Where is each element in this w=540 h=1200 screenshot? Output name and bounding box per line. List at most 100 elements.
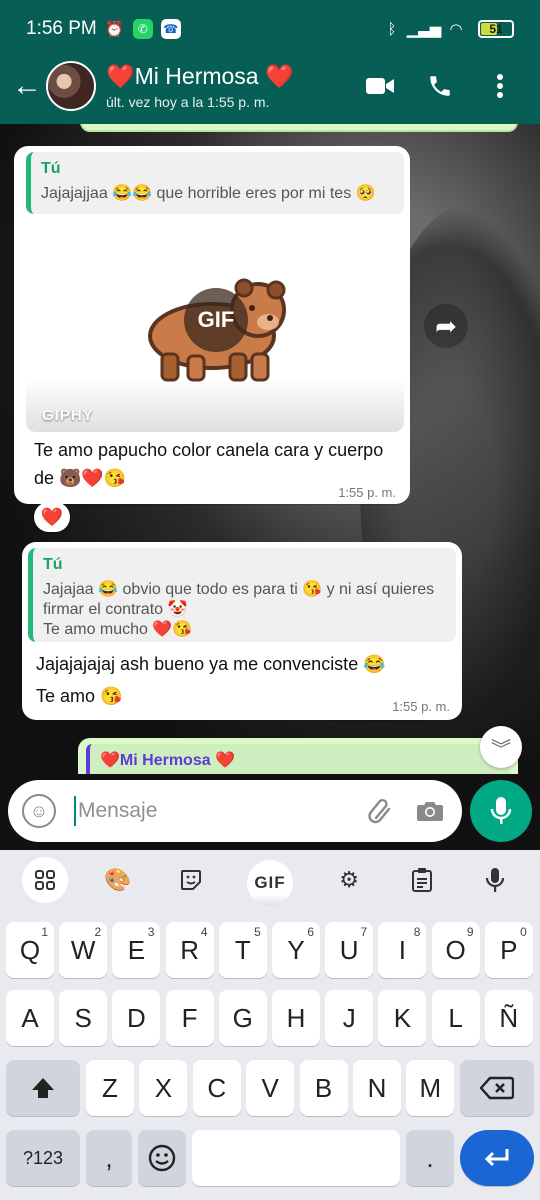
camera-icon[interactable] xyxy=(410,791,450,831)
key-p[interactable]: P0 xyxy=(484,922,533,978)
key-l[interactable]: L xyxy=(431,990,480,1046)
bluetooth-icon: ᛒ xyxy=(387,20,397,38)
message-text: Te amo papucho color canela cara y cuerp… xyxy=(34,440,384,488)
phone-call-icon: ☎ xyxy=(160,19,181,39)
message-input[interactable] xyxy=(78,799,360,823)
quote-author: Tú xyxy=(41,160,61,177)
key-o[interactable]: O9 xyxy=(431,922,480,978)
quote-text: Jajajaa 😂 obvio que todo es para ti 😘 y … xyxy=(43,581,435,638)
key-z[interactable]: Z xyxy=(86,1060,134,1116)
symbols-key[interactable]: ?123 xyxy=(6,1130,80,1186)
key-s[interactable]: S xyxy=(59,990,108,1046)
key-u[interactable]: U7 xyxy=(325,922,374,978)
key-label: R xyxy=(180,934,199,965)
battery-icon: 51 xyxy=(478,20,514,38)
key-j[interactable]: J xyxy=(325,990,374,1046)
scroll-to-bottom-icon[interactable]: ︾ xyxy=(480,726,522,768)
whatsapp-icon: ✆ xyxy=(132,19,153,39)
space-key[interactable] xyxy=(192,1130,400,1186)
enter-key[interactable] xyxy=(460,1130,534,1186)
key-enye[interactable]: Ñ xyxy=(484,990,533,1046)
quoted-message[interactable]: Tú Jajajajjaa 😂😂 que horrible eres por m… xyxy=(26,152,404,214)
key-x[interactable]: X xyxy=(139,1060,188,1116)
shift-key[interactable] xyxy=(6,1060,80,1116)
key-number-hint: 4 xyxy=(200,925,208,939)
keyboard-toolbar: 🎨 GIF ⚙ xyxy=(0,850,540,910)
alarm-icon: ⏰ xyxy=(105,21,125,38)
key-d[interactable]: D xyxy=(112,990,161,1046)
attach-icon[interactable] xyxy=(360,791,400,831)
contact-info[interactable]: ❤️Mi Hermosa ❤️ últ. vez hoy a la 1:55 p… xyxy=(106,63,362,110)
settings-icon[interactable]: ⚙ xyxy=(326,857,372,903)
quote-text: Jajajajjaa 😂😂 que horrible eres por mi t… xyxy=(41,185,376,202)
key-e[interactable]: E3 xyxy=(112,922,161,978)
emoji-key[interactable] xyxy=(138,1130,186,1186)
message-bubble[interactable]: Tú Jajajajjaa 😂😂 que horrible eres por m… xyxy=(14,146,410,504)
quoted-message[interactable]: Tú Jajajaa 😂 obvio que todo es para ti 😘… xyxy=(28,548,456,642)
key-number-hint: 7 xyxy=(360,925,368,939)
chat-area[interactable]: Tú Jajajajjaa 😂😂 que horrible eres por m… xyxy=(0,124,540,774)
comma-key[interactable]: , xyxy=(86,1130,132,1186)
key-number-hint: 0 xyxy=(520,925,527,939)
message-bubble[interactable]: Tú Jajajaa 😂 obvio que todo es para ti 😘… xyxy=(22,542,462,720)
key-g[interactable]: G xyxy=(218,990,267,1046)
period-key[interactable]: . xyxy=(406,1130,454,1186)
key-t[interactable]: T5 xyxy=(218,922,267,978)
key-number-hint: 5 xyxy=(254,925,261,939)
key-w[interactable]: W2 xyxy=(59,922,108,978)
keyboard-row-2: ASDFGHJKLÑ xyxy=(0,990,540,1050)
key-v[interactable]: V xyxy=(246,1060,295,1116)
more-vert-icon[interactable] xyxy=(482,68,518,104)
palette-icon[interactable]: 🎨 xyxy=(95,857,141,903)
battery-level: 51 xyxy=(489,22,503,36)
emoji-icon[interactable]: ☺ xyxy=(22,794,56,828)
sticker-icon[interactable] xyxy=(168,857,214,903)
key-r[interactable]: R4 xyxy=(165,922,214,978)
apps-grid-icon[interactable] xyxy=(21,857,68,903)
avatar[interactable] xyxy=(46,61,96,111)
chat-header: ← ❤️Mi Hermosa ❤️ últ. vez hoy a la 1:55… xyxy=(0,56,540,116)
composer-box[interactable]: ☺ xyxy=(8,780,462,842)
gif-button[interactable]: GIF xyxy=(246,860,293,906)
key-number-hint: 2 xyxy=(94,925,102,939)
key-label: E xyxy=(127,934,146,965)
message-text-line-1: Jajajajajaj ash bueno ya me convenciste … xyxy=(36,654,386,674)
back-arrow-icon[interactable]: ← xyxy=(8,66,46,106)
video-call-icon[interactable] xyxy=(362,68,398,104)
key-h[interactable]: H xyxy=(272,990,320,1046)
key-q[interactable]: Q1 xyxy=(6,922,54,978)
key-label: W xyxy=(70,934,96,965)
key-number-hint: 9 xyxy=(466,925,474,939)
voice-message-mic-icon[interactable] xyxy=(470,780,532,842)
message-time: 1:55 p. m. xyxy=(392,699,450,714)
on-screen-keyboard: 🎨 GIF ⚙ Q1W2E3R4T5Y6U7I8O9P0 ASDFGHJKLÑ … xyxy=(0,850,540,1200)
outgoing-message-partial[interactable]: ❤️Mi Hermosa ❤️ xyxy=(78,738,518,774)
gif-play-badge[interactable]: GIF xyxy=(184,288,248,352)
heart-reaction[interactable]: ❤️ xyxy=(34,502,70,532)
key-i[interactable]: I8 xyxy=(378,922,427,978)
keyboard-mic-icon[interactable] xyxy=(472,857,518,903)
gif-media[interactable]: GIF GIPHY xyxy=(26,220,404,432)
status-bar: 1:56 PM ⏰ ✆ ☎ ᛒ ▁▃▅ ◠ 51 xyxy=(26,14,514,44)
forward-icon[interactable]: ➦ xyxy=(424,304,468,348)
key-f[interactable]: F xyxy=(165,990,214,1046)
clipboard-icon[interactable] xyxy=(399,857,445,903)
key-number-hint: 1 xyxy=(41,925,48,939)
key-b[interactable]: B xyxy=(299,1060,348,1116)
key-k[interactable]: K xyxy=(378,990,427,1046)
key-number-hint: 8 xyxy=(413,925,421,939)
key-m[interactable]: M xyxy=(406,1060,455,1116)
key-number-hint: 3 xyxy=(147,925,155,939)
voice-call-icon[interactable] xyxy=(422,68,458,104)
composer-bar: ☺ xyxy=(0,774,540,850)
key-n[interactable]: N xyxy=(353,1060,401,1116)
key-label: Y xyxy=(287,934,305,965)
keyboard-row-1: Q1W2E3R4T5Y6U7I8O9P0 xyxy=(0,922,540,982)
key-c[interactable]: C xyxy=(192,1060,241,1116)
key-number-hint: 6 xyxy=(307,925,314,939)
backspace-key[interactable] xyxy=(460,1060,534,1116)
key-a[interactable]: A xyxy=(6,990,54,1046)
wifi-icon: ◠ xyxy=(449,21,463,38)
key-y[interactable]: Y6 xyxy=(272,922,320,978)
previous-message-edge xyxy=(80,124,518,132)
